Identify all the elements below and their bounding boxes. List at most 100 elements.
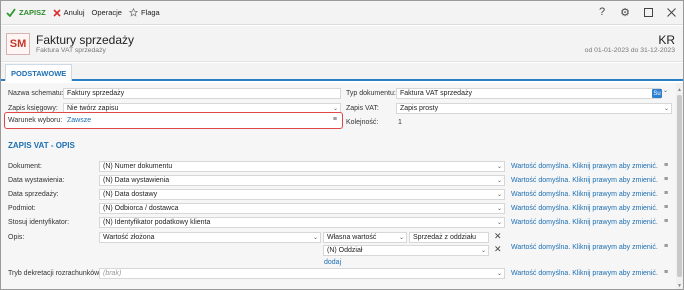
doc-type-input[interactable]: Faktura VAT sprzedaży	[396, 88, 661, 99]
entity-value: (N) Odbiorca / dostawca	[103, 205, 179, 212]
window: ZAPISZ Anuluj Operacje Flaga ? ⚙ SM Fakt…	[0, 0, 684, 290]
operations-button[interactable]: Operacje	[92, 5, 122, 21]
menu-icon[interactable]: ≡	[664, 204, 668, 211]
identifier-label: Stosuj identyfikator:	[8, 219, 70, 226]
doc-type-label: Typ dokumentu:	[346, 90, 396, 97]
default-value-link[interactable]: Wartość domyślna. Kliknij prawym aby zmi…	[511, 177, 658, 184]
maximize-icon[interactable]	[642, 5, 654, 19]
close-window-icon[interactable]	[665, 5, 677, 19]
page-title: Faktury sprzedaży	[36, 33, 135, 47]
document-label: Dokument:	[8, 163, 42, 170]
chevron-down-icon: ⌄	[496, 192, 502, 198]
document-value: (N) Numer dokumentu	[103, 163, 173, 170]
menu-icon[interactable]: ≡	[664, 162, 668, 169]
chevron-down-icon[interactable]: ⌄	[663, 87, 668, 94]
gear-icon[interactable]: ⚙	[619, 5, 631, 19]
vat-section-title: ZAPIS VAT - OPIS	[8, 141, 75, 150]
own-value-select[interactable]: Własna wartość ⌄	[323, 232, 407, 243]
tab-podstawowe[interactable]: PODSTAWOWE	[5, 64, 73, 81]
order-label: Kolejność:	[346, 119, 379, 126]
condition-field[interactable]: Zawsze ≡	[63, 115, 341, 126]
description-label: Opis:	[8, 234, 25, 241]
issue-date-select[interactable]: (N) Data wystawienia ⌄	[99, 175, 505, 186]
scroll-thumb[interactable]	[677, 95, 682, 277]
schema-name-input[interactable]: Faktury sprzedaży	[63, 88, 341, 99]
entity-label: Podmiot:	[8, 205, 36, 212]
operations-label: Operacje	[91, 8, 122, 17]
chevron-down-icon: ⌄	[398, 235, 404, 241]
identifier-select[interactable]: (N) Identyfikator podatkowy klienta ⌄	[99, 217, 505, 228]
issue-date-label: Data wystawienia:	[8, 177, 65, 184]
vat-record-label: Zapis VAT:	[346, 105, 379, 112]
default-value-link[interactable]: Wartość domyślna. Kliknij prawym aby zmi…	[511, 219, 658, 226]
flag-label: Flaga	[140, 8, 160, 17]
toolbar: ZAPISZ Anuluj Operacje Flaga ? ⚙	[1, 1, 683, 25]
menu-icon[interactable]: ≡	[664, 176, 668, 183]
condition-value[interactable]: Zawsze	[67, 117, 91, 124]
chevron-down-icon: ⌄	[663, 106, 669, 112]
default-value-link[interactable]: Wartość domyślna. Kliknij prawym aby zmi…	[511, 163, 658, 170]
chevron-down-icon: ⌄	[496, 206, 502, 212]
order-value: 1	[398, 119, 402, 126]
chevron-down-icon: ⌄	[496, 178, 502, 184]
star-icon	[128, 8, 138, 17]
menu-icon[interactable]: ≡	[333, 116, 337, 123]
chevron-down-icon: ⌄	[496, 271, 502, 277]
issue-date-value: (N) Data wystawienia	[103, 177, 170, 184]
own-value-label: Własna wartość	[327, 234, 377, 241]
help-icon[interactable]: ?	[596, 5, 608, 19]
settlement-label: Tryb dekretacji rozrachunków:	[8, 270, 102, 277]
doc-type-value: Faktura VAT sprzedaży	[400, 90, 472, 97]
remove-icon[interactable]: ✕	[494, 231, 502, 242]
menu-icon[interactable]: ≡	[664, 218, 668, 225]
chevron-down-icon: ⌄	[496, 220, 502, 226]
tab-strip: PODSTAWOWE	[1, 63, 683, 81]
schema-name-value: Faktury sprzedaży	[67, 90, 125, 97]
description-mode-select[interactable]: Wartość złożona ⌄	[99, 232, 321, 243]
description-text-input[interactable]: Sprzedaż z oddziału	[409, 232, 489, 243]
chevron-down-icon: ⌄	[312, 235, 318, 241]
menu-icon[interactable]: ≡	[664, 190, 668, 197]
condition-label: Warunek wyboru:	[8, 117, 63, 124]
record-header: SM Faktury sprzedaży Faktura VAT sprzeda…	[1, 26, 683, 62]
entity-select[interactable]: (N) Odbiorca / dostawca ⌄	[99, 203, 505, 214]
default-value-link[interactable]: Wartość domyślna. Kliknij prawym aby zmi…	[511, 244, 658, 251]
flag-button[interactable]: Flaga	[128, 5, 160, 21]
scrollbar[interactable]: ▲ ▼	[676, 83, 683, 289]
cancel-button[interactable]: Anuluj	[53, 5, 85, 21]
settlement-select[interactable]: (brak) ⌄	[99, 268, 505, 279]
chevron-down-icon: ⌄	[496, 164, 502, 170]
booking-label: Zapis księgowy:	[8, 105, 58, 112]
save-button[interactable]: ZAPISZ	[6, 5, 46, 21]
add-link[interactable]: dodaj	[324, 259, 341, 266]
doc-type-badge: Su	[652, 89, 662, 98]
sale-date-value: (N) Data dostawy	[103, 191, 158, 198]
default-value-link[interactable]: Wartość domyślna. Kliknij prawym aby zmi…	[511, 205, 658, 212]
settlement-placeholder: (brak)	[103, 270, 122, 277]
record-code: KR	[658, 33, 675, 47]
menu-icon[interactable]: ≡	[664, 269, 668, 276]
period-range: od 01-01-2023 do 31-12-2023	[584, 47, 675, 54]
cancel-label: Anuluj	[63, 8, 85, 17]
remove-icon[interactable]: ✕	[494, 244, 502, 255]
scroll-up-icon[interactable]: ▲	[677, 87, 682, 93]
booking-value: Nie twórz zapisu	[67, 105, 119, 112]
chevron-down-icon: ⌄	[480, 248, 486, 254]
sale-date-select[interactable]: (N) Data dostawy ⌄	[99, 189, 505, 200]
document-select[interactable]: (N) Numer dokumentu ⌄	[99, 161, 505, 172]
vat-record-value: Zapis prosty	[400, 105, 439, 112]
description-mode-value: Wartość złożona	[103, 234, 155, 241]
vat-record-select[interactable]: Zapis prosty ⌄	[396, 103, 672, 114]
identifier-value: (N) Identyfikator podatkowy klienta	[103, 219, 211, 226]
default-value-link[interactable]: Wartość domyślna. Kliknij prawym aby zmi…	[511, 270, 658, 277]
save-label: ZAPISZ	[19, 8, 46, 17]
close-icon	[53, 8, 61, 17]
menu-icon[interactable]: ≡	[664, 243, 668, 250]
scroll-down-icon[interactable]: ▼	[677, 283, 682, 289]
branch-select[interactable]: (N) Oddział ⌄	[323, 245, 489, 256]
branch-value: (N) Oddział	[327, 247, 363, 254]
default-value-link[interactable]: Wartość domyślna. Kliknij prawym aby zmi…	[511, 191, 658, 198]
checkmark-icon	[6, 8, 16, 17]
avatar: SM	[6, 33, 30, 55]
chevron-down-icon: ⌄	[332, 106, 338, 112]
